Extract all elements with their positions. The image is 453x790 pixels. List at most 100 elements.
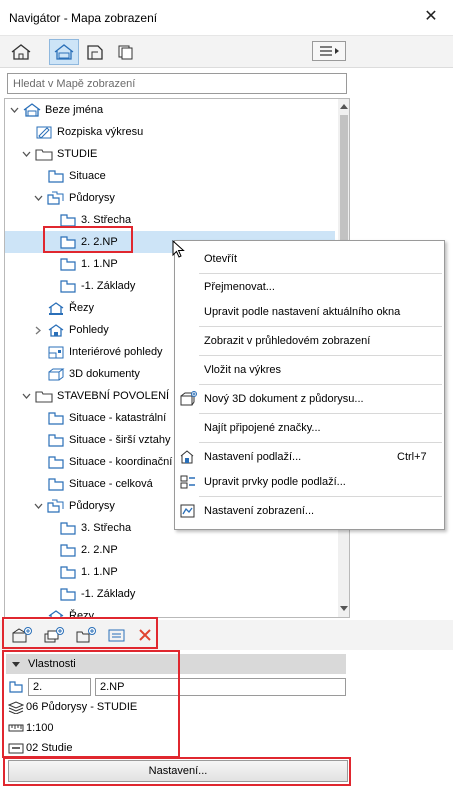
floorplan-icon [58,277,78,295]
layer-combination-row: 06 Půdorysy - STUDIE [8,697,137,717]
new-folder-button[interactable] [73,624,99,646]
tree-row-label: 3. Střecha [81,214,132,226]
context-menu: Otevřít Přejmenovat... Upravit podle nas… [174,240,445,530]
menu-divider [199,442,442,443]
view-properties-button[interactable] [104,624,130,646]
chevron-right-icon[interactable] [33,325,43,335]
options-menu-button[interactable] [312,41,346,61]
tree-row[interactable]: Situace [5,165,335,187]
chevron-down-icon[interactable] [33,193,43,203]
tree-row[interactable]: STUDIE [5,143,335,165]
tree-row-label: Pohledy [69,324,109,336]
tree-row-label: -1. Základy [81,588,136,600]
tree-row[interactable]: Řezy [5,605,335,617]
floorplan-icon [46,431,66,449]
layers-icon [8,701,24,714]
menu-item-open[interactable]: Otevřít [175,248,444,270]
tree-row-label: Řezy [69,302,95,314]
view-map-button[interactable] [49,39,79,65]
new-folder-icon [76,627,96,643]
floorplan-icon [58,233,78,251]
tree-row-label: Situace [69,170,106,182]
chevron-down-icon[interactable] [9,105,19,115]
chevron-down-icon[interactable] [33,501,43,511]
tree-row-label: Půdorysy [69,192,115,204]
navigator-toolbar [0,36,453,68]
close-icon[interactable]: ✕ [422,8,440,26]
chevron-down-icon[interactable] [21,149,31,159]
properties-header[interactable]: Vlastnosti [6,654,346,674]
menu-item-rename[interactable]: Přejmenovat... [175,276,444,298]
collapse-triangle-icon[interactable] [12,661,20,667]
section-icon [46,607,66,617]
menu-item-find-markers[interactable]: Najít připojené značky... [175,417,444,439]
tree-row[interactable]: 3. Střecha [5,209,335,231]
view-name-field[interactable]: 2.NP [95,678,346,696]
layout-book-icon [87,45,103,60]
menu-item-show-trace[interactable]: Zobrazit v průhledovém zobrazení [175,330,444,352]
layout-book-button[interactable] [80,39,110,65]
properties-id-row [8,677,24,697]
floorplan-icon [46,167,66,185]
tree-row-label: Beze jména [45,104,104,116]
folder-icon [34,387,54,405]
menu-divider [199,326,442,327]
clone-view-button[interactable] [41,624,67,646]
edit-document-icon [34,123,54,141]
menu-item-new-3d-document[interactable]: Nový 3D dokument z půdorysu... [175,388,444,410]
hamburger-icon [320,46,339,56]
mouse-cursor-icon [172,240,185,258]
document-3d-icon [46,365,66,383]
scroll-down-icon[interactable] [338,602,349,616]
view-map-icon [54,44,74,60]
floorplan-icon [58,519,78,537]
interior-elevation-icon [46,343,66,361]
tree-row[interactable]: 2. 2.NP [5,539,335,561]
tree-row-label: Situace - katastrální [69,412,167,424]
view-id-field[interactable]: 2. [28,678,91,696]
tree-row-label: Situace - širší vztahy [69,434,171,446]
delete-button[interactable] [132,624,158,646]
tree-row[interactable]: Beze jména [5,99,335,121]
menu-item-edit-elements-by-story[interactable]: Upravit prvky podle podlaží... [175,471,444,493]
tree-row[interactable]: 1. 1.NP [5,561,335,583]
publisher-sets-button[interactable] [111,39,141,65]
menu-item-update-from-window[interactable]: Upravit podle nastavení aktuálního okna [175,301,444,323]
tree-row[interactable]: Půdorysy [5,187,335,209]
chevron-down-icon[interactable] [21,391,31,401]
tree-row[interactable]: -1. Základy [5,583,335,605]
settings-button[interactable]: Nastavení... [8,760,348,782]
tree-row-label: Situace - koordinační [69,456,173,468]
folder-icon [34,145,54,163]
tree-row-label: STUDIE [57,148,98,160]
floorplan-icon [46,475,66,493]
tree-row-label: 1. 1.NP [81,566,118,578]
search-input[interactable] [7,73,347,94]
menu-item-place-on-layout[interactable]: Vložit na výkres [175,359,444,381]
pen-set-icon [8,743,24,754]
scroll-up-icon[interactable] [338,99,349,113]
menu-item-story-settings[interactable]: Nastavení podlaží... Ctrl+7 [175,446,444,468]
floorplan-icon [58,541,78,559]
menu-divider [199,273,442,274]
title-bar: Navigátor - Mapa zobrazení ✕ [0,0,453,36]
view-settings-icon [178,502,198,520]
floorplan-icon [46,409,66,427]
story-settings-icon [178,448,198,466]
tree-row-label: 3. Střecha [81,522,132,534]
menu-item-view-settings[interactable]: Nastavení zobrazení... [175,500,444,522]
project-map-button[interactable] [6,39,36,65]
new-view-button[interactable] [9,624,35,646]
menu-divider [199,413,442,414]
floorplan-folder-icon [46,497,66,515]
delete-icon [139,629,151,641]
tree-row[interactable]: Rozpiska výkresu [5,121,335,143]
